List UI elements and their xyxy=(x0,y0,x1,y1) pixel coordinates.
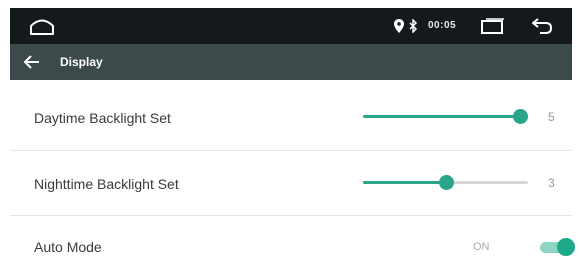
setting-row-auto-mode: Auto Mode ON xyxy=(10,216,575,273)
setting-label: Nighttime Backlight Set xyxy=(34,176,179,192)
auto-mode-toggle[interactable] xyxy=(540,238,575,256)
bluetooth-icon xyxy=(409,18,418,34)
daytime-backlight-slider[interactable] xyxy=(363,109,528,124)
slider-value: 5 xyxy=(548,110,555,124)
setting-label: Auto Mode xyxy=(34,239,102,255)
arrow-left-icon[interactable] xyxy=(24,55,40,69)
toggle-state-label: ON xyxy=(473,241,490,253)
setting-row-nighttime: Nighttime Backlight Set 3 xyxy=(10,151,572,217)
toggle-thumb xyxy=(557,238,575,256)
status-bar: 00:05 xyxy=(10,8,572,44)
slider-fill xyxy=(363,181,446,184)
recent-apps-icon[interactable] xyxy=(478,18,506,34)
setting-row-daytime: Daytime Backlight Set 5 xyxy=(10,84,572,150)
home-icon[interactable] xyxy=(28,16,56,36)
app-bar: Display xyxy=(10,44,572,80)
clock: 00:05 xyxy=(428,20,457,31)
slider-thumb[interactable] xyxy=(513,109,528,124)
location-icon xyxy=(394,19,404,33)
back-icon[interactable] xyxy=(530,17,554,35)
nighttime-backlight-slider[interactable] xyxy=(363,175,528,190)
slider-fill xyxy=(363,115,520,118)
setting-label: Daytime Backlight Set xyxy=(34,110,171,126)
slider-thumb[interactable] xyxy=(438,175,454,190)
slider-value: 3 xyxy=(548,176,555,190)
page-title: Display xyxy=(60,55,103,69)
